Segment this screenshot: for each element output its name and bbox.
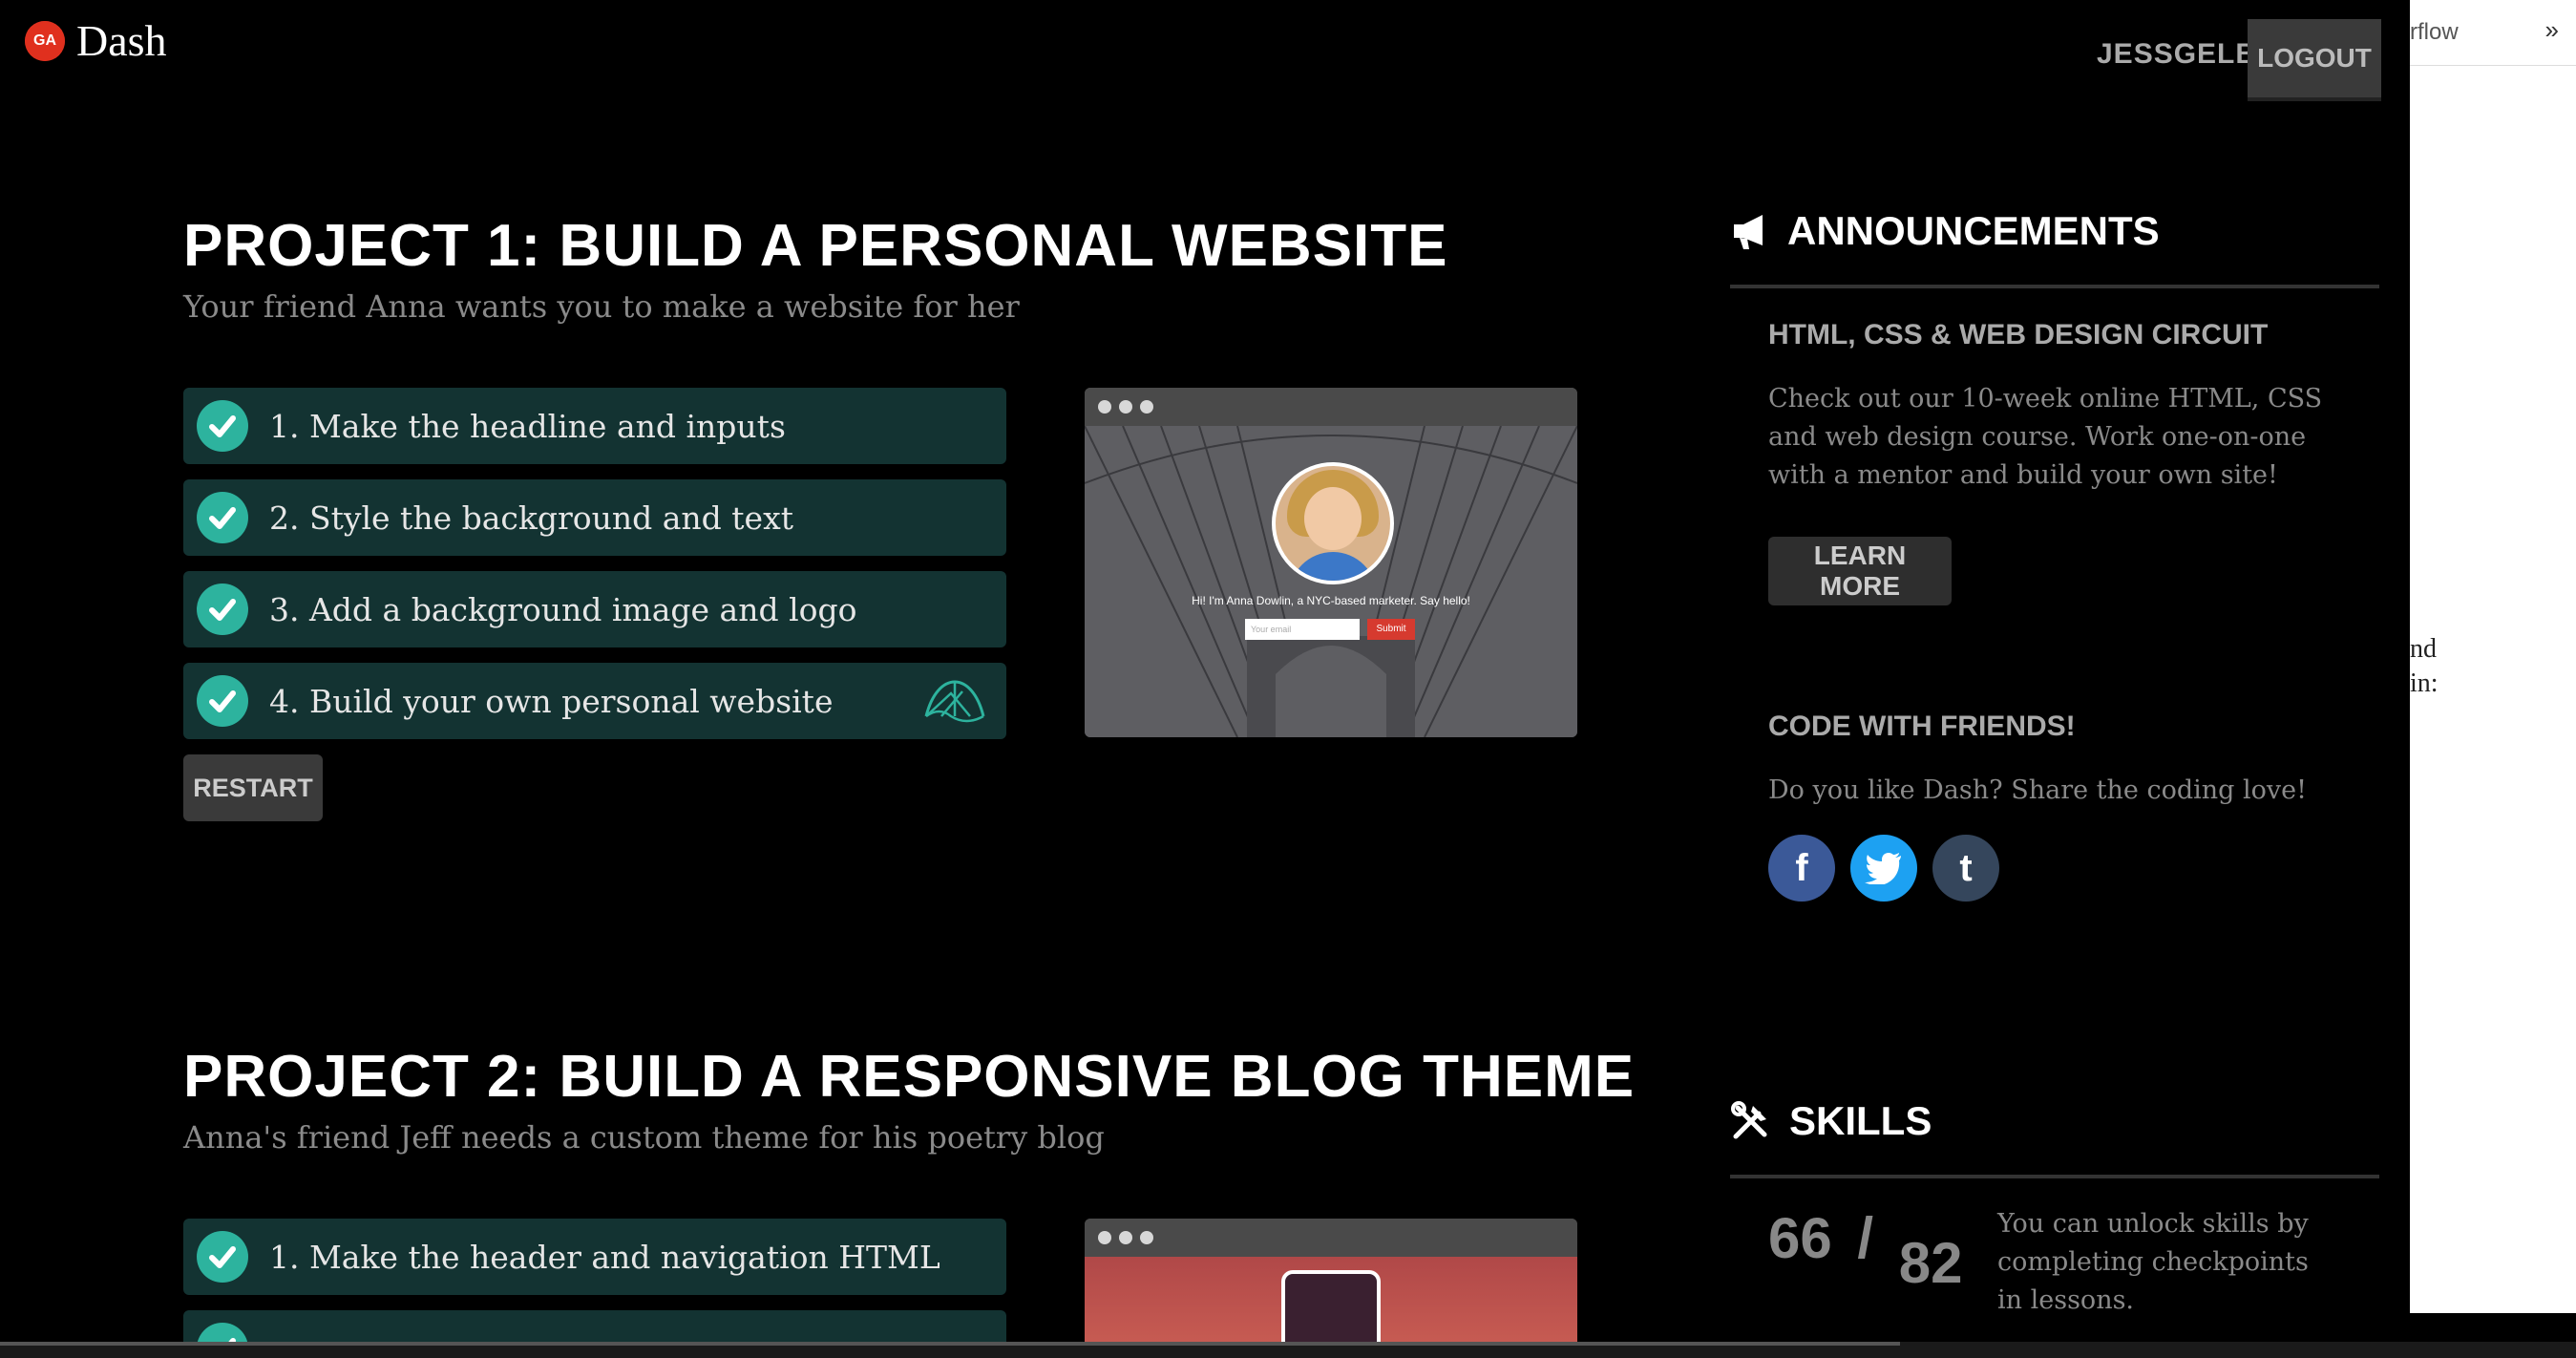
project-steps: 1. Make the header and navigation HTML	[183, 1219, 1006, 1342]
project-subtitle: Anna's friend Jeff needs a custom theme …	[183, 1119, 1105, 1156]
avatar	[1272, 462, 1394, 584]
window-dot-icon	[1098, 400, 1111, 414]
divider	[1730, 285, 2379, 288]
check-icon	[197, 400, 248, 452]
project-title: PROJECT 1: BUILD A PERSONAL WEBSITE	[183, 213, 1448, 279]
skills-total: 82	[1898, 1231, 1963, 1295]
side-window: rflow » nd in:	[2410, 0, 2576, 1313]
project-title: PROJECT 2: BUILD A RESPONSIVE BLOG THEME	[183, 1044, 1636, 1110]
side-window-header: rflow »	[2410, 0, 2576, 66]
dash-app: GA Dash JESSGELBS LOGOUT PROJECT 1: BUIL…	[0, 0, 2410, 1342]
blog-avatar	[1281, 1270, 1381, 1342]
step-item[interactable]: 2. Style the background and text	[183, 479, 1006, 556]
twitter-icon[interactable]	[1850, 835, 1917, 902]
step-item[interactable]: 3. Add a background image and logo	[183, 571, 1006, 647]
check-icon	[197, 1231, 248, 1283]
preview-headline: Hi! I'm Anna Dowlin, a NYC-based markete…	[1192, 594, 1470, 607]
side-window-text: in:	[2410, 668, 2439, 698]
step-label: 1. Make the headline and inputs	[269, 407, 786, 445]
heading-text: SKILLS	[1789, 1098, 1932, 1143]
app-name: Dash	[76, 16, 167, 65]
facebook-icon[interactable]: f	[1768, 835, 1835, 902]
project-steps: 1. Make the headline and inputs 2. Style…	[183, 388, 1006, 754]
step-item[interactable]: 1. Make the header and navigation HTML	[183, 1219, 1006, 1295]
preview-scene	[1085, 1257, 1577, 1342]
window-dot-icon	[1098, 1231, 1111, 1244]
megaphone-icon	[1730, 211, 1770, 251]
bottom-scrollbar[interactable]	[0, 1342, 2576, 1358]
learn-more-button[interactable]: LEARN MORE	[1768, 537, 1952, 605]
step-item[interactable]: 4. Build your own personal website	[183, 663, 1006, 739]
project-preview[interactable]	[1085, 1219, 1577, 1342]
check-icon	[197, 1323, 248, 1342]
project-preview[interactable]: Hi! I'm Anna Dowlin, a NYC-based markete…	[1085, 388, 1577, 737]
check-icon	[197, 584, 248, 635]
check-icon	[197, 492, 248, 543]
skills-description: You can unlock skills by completing chec…	[1997, 1209, 2309, 1315]
browser-bar	[1085, 1219, 1577, 1257]
step-label: 4. Build your own personal website	[269, 682, 834, 720]
side-window-breadcrumb[interactable]: rflow	[2410, 19, 2459, 46]
announcement-text: Check out our 10-week online HTML, CSS a…	[1768, 384, 2323, 490]
tools-icon	[1730, 1100, 1772, 1142]
tumblr-icon[interactable]: t	[1932, 835, 1999, 902]
announcements-heading: ANNOUNCEMENTS	[1730, 208, 2160, 254]
ga-badge-icon: GA	[25, 20, 65, 61]
announcement-text: Do you like Dash? Share the coding love!	[1768, 775, 2307, 805]
skills-heading: SKILLS	[1730, 1098, 1932, 1144]
scrollbar-thumb[interactable]	[0, 1342, 1900, 1346]
preview-email-input: Your email	[1245, 619, 1360, 640]
window-dot-icon	[1140, 400, 1153, 414]
side-window-text: nd	[2410, 634, 2437, 664]
step-label: 2. Style the background and text	[269, 499, 793, 537]
browser-bar	[1085, 388, 1577, 426]
window-dot-icon	[1119, 400, 1132, 414]
heading-text: ANNOUNCEMENTS	[1787, 208, 2160, 253]
logo[interactable]: GA Dash	[25, 15, 167, 66]
preview-submit-button: Submit	[1367, 619, 1415, 640]
step-label: 1. Make the header and navigation HTML	[269, 1238, 940, 1276]
project-subtitle: Your friend Anna wants you to make a web…	[183, 288, 1020, 325]
announcement-title: HTML, CSS & WEB DESIGN CIRCUIT	[1768, 319, 2269, 350]
window-dot-icon	[1140, 1231, 1153, 1244]
logout-button[interactable]: LOGOUT	[2248, 19, 2381, 97]
announcement-title: CODE WITH FRIENDS!	[1768, 711, 2076, 742]
step-label: 3. Add a background image and logo	[269, 590, 857, 628]
divider	[1730, 1175, 2379, 1178]
restart-button[interactable]: RESTART	[183, 754, 323, 821]
skills-separator: /	[1857, 1206, 1874, 1270]
bridge-icon	[922, 674, 987, 730]
chevron-right-icon[interactable]: »	[2545, 15, 2559, 45]
window-dot-icon	[1119, 1231, 1132, 1244]
step-item[interactable]: 1. Make the headline and inputs	[183, 388, 1006, 464]
skills-unlocked: 66	[1768, 1206, 1832, 1270]
check-icon	[197, 675, 248, 727]
skills-counter: 66 / 82	[1768, 1205, 1963, 1295]
step-item[interactable]	[183, 1310, 1006, 1342]
preview-scene: Hi! I'm Anna Dowlin, a NYC-based markete…	[1085, 426, 1577, 737]
